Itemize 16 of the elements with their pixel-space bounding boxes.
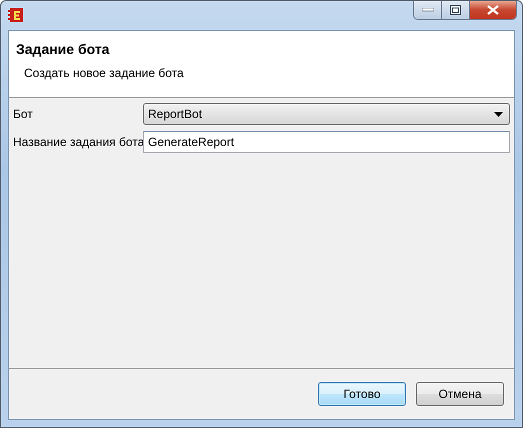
dialog-button[interactable]: Отмена xyxy=(416,382,504,406)
task-name-field[interactable]: GenerateReport xyxy=(143,131,510,153)
maximize-icon xyxy=(450,5,461,15)
app-icon xyxy=(8,7,24,23)
dialog-title: Задание бота xyxy=(16,41,110,57)
maximize-button[interactable] xyxy=(442,1,470,19)
bot-dropdown[interactable]: ReportBot xyxy=(143,103,510,125)
close-icon xyxy=(487,5,499,15)
dialog-subtitle: Создать новое задание бота xyxy=(24,66,185,80)
minimize-icon xyxy=(422,8,434,12)
field-label: Название задания бота xyxy=(13,135,143,149)
field-label: Бот xyxy=(13,107,34,121)
dialog-button[interactable]: Готово xyxy=(318,382,406,406)
close-button[interactable] xyxy=(470,1,516,19)
dropdown-arrow-icon xyxy=(494,112,503,116)
minimize-button[interactable] xyxy=(414,1,442,19)
